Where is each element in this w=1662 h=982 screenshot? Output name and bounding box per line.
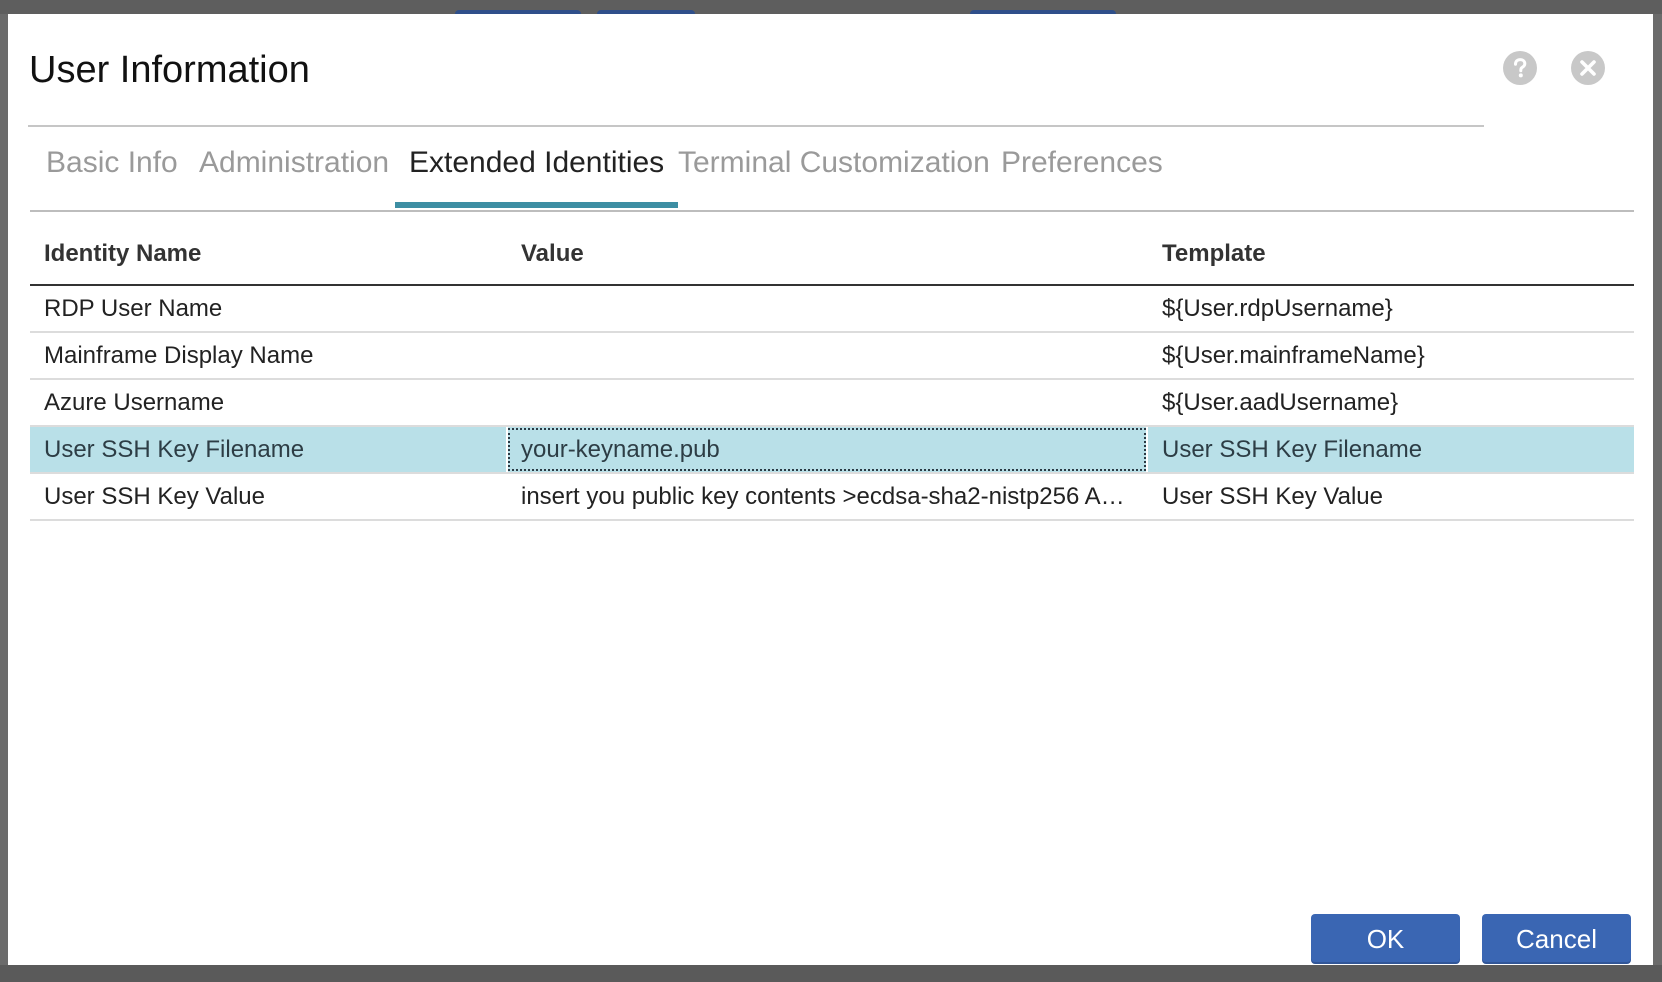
table-row[interactable]: Mainframe Display Name ${User.mainframeN… [30,333,1634,380]
extended-identities-grid: Identity Name Value Template RDP User Na… [30,224,1634,521]
table-row[interactable]: User SSH Key Value insert you public key… [30,474,1634,521]
column-header-identity-name[interactable]: Identity Name [44,240,201,268]
template-cell: User SSH Key Value [1162,483,1383,510]
template-cell: User SSH Key Filename [1162,436,1423,463]
grid-header: Identity Name Value Template [30,224,1634,286]
template-cell: ${User.mainframeName} [1162,342,1425,369]
column-header-template[interactable]: Template [1162,240,1266,268]
tab-administration[interactable]: Administration [199,138,389,208]
tab-bar: Basic Info Administration Extended Ident… [30,138,1634,212]
close-circle-icon [1572,52,1604,84]
tab-label: Administration [199,146,390,179]
table-row[interactable]: RDP User Name ${User.rdpUsername} [30,286,1634,333]
tab-label: Terminal Customization [678,146,990,179]
backdrop-top [0,0,1662,16]
value-cell[interactable] [507,380,1147,425]
tab-label: Basic Info [46,146,178,179]
table-row[interactable]: Azure Username ${User.aadUsername} [30,380,1634,427]
value-cell[interactable]: insert you public key contents >ecdsa-sh… [507,474,1147,519]
question-circle-icon [1504,52,1536,84]
active-tab-indicator [395,202,679,208]
identity-name-cell: Mainframe Display Name [44,342,314,369]
tab-basic-info[interactable]: Basic Info [46,138,178,208]
tab-preferences[interactable]: Preferences [1001,138,1163,208]
template-cell: ${User.rdpUsername} [1162,295,1393,322]
identity-name-cell: User SSH Key Value [44,483,265,510]
tab-extended-identities[interactable]: Extended Identities [395,138,679,208]
value-cell[interactable] [507,286,1147,331]
column-header-value[interactable]: Value [521,240,584,268]
identity-name-cell: Azure Username [44,389,225,416]
tab-terminal-customization[interactable]: Terminal Customization [678,138,990,208]
close-button[interactable] [1571,51,1605,85]
dialog-title: User Information [29,49,310,91]
ok-button[interactable]: OK [1311,914,1460,964]
table-row-selected[interactable]: User SSH Key Filename your-keyname.pub U… [30,427,1634,474]
value-cell[interactable] [507,333,1147,378]
title-divider [28,125,1484,127]
identity-name-cell: RDP User Name [44,295,223,322]
identity-name-cell: User SSH Key Filename [44,436,305,463]
user-information-dialog: User Information Basic Info Administrati… [8,14,1653,965]
value-cell-focused[interactable]: your-keyname.pub [507,427,1147,472]
cancel-button[interactable]: Cancel [1482,914,1631,964]
backdrop-bottom [0,965,1662,982]
help-button[interactable] [1503,51,1537,85]
template-cell: ${User.aadUsername} [1162,389,1399,416]
tab-label: Extended Identities [409,146,665,179]
tab-label: Preferences [1001,146,1163,179]
